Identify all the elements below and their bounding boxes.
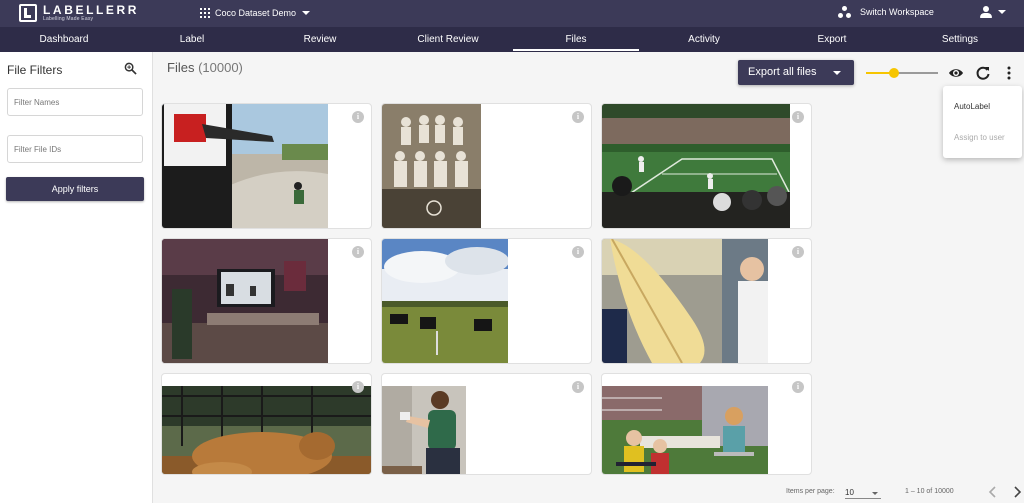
chevron-down-icon [833, 71, 841, 75]
eye-icon[interactable] [948, 65, 964, 81]
tab-files[interactable]: Files [512, 27, 640, 52]
info-icon[interactable]: i [792, 111, 804, 123]
labellerr-logo-icon [19, 4, 37, 22]
file-thumbnail [162, 104, 328, 228]
file-thumbnail [602, 386, 768, 474]
refresh-icon[interactable] [975, 65, 991, 81]
file-count: (10000) [198, 60, 243, 75]
file-card[interactable]: i [381, 373, 592, 475]
dataset-name: Coco Dataset Demo [215, 8, 297, 18]
info-icon[interactable]: i [572, 381, 584, 393]
export-all-files-button[interactable]: Export all files [738, 60, 854, 85]
user-icon [980, 6, 992, 18]
menu-item-autolabel[interactable]: AutoLabel [954, 102, 990, 111]
items-per-page-label: Items per page: [786, 488, 835, 495]
file-card[interactable]: i [381, 103, 592, 229]
chevron-down-icon [998, 10, 1006, 14]
page-title: Files (10000) [167, 60, 243, 75]
file-thumbnail [382, 104, 481, 228]
sidebar-title: File Filters [7, 63, 63, 77]
switch-workspace-label: Switch Workspace [860, 7, 934, 17]
chevron-down-icon [872, 492, 878, 495]
workspace-icon [838, 6, 852, 18]
pagination-range: 1 – 10 of 10000 [905, 488, 954, 495]
file-thumbnail [382, 239, 508, 363]
thumbnail-size-slider[interactable] [866, 66, 938, 80]
info-icon[interactable]: i [352, 111, 364, 123]
more-options-menu: AutoLabel Assign to user [943, 86, 1022, 158]
file-card[interactable]: i [601, 373, 812, 475]
tab-client-review[interactable]: Client Review [384, 27, 512, 52]
search-icon[interactable] [124, 62, 137, 75]
info-icon[interactable]: i [792, 381, 804, 393]
top-bar: LABELLERR Labelling Made Easy Coco Datas… [0, 0, 1024, 27]
main-nav: Dashboard Label Review Client Review Fil… [0, 27, 1024, 52]
filter-sidebar: File Filters Apply filters [0, 52, 153, 503]
tab-review[interactable]: Review [256, 27, 384, 52]
info-icon[interactable]: i [352, 246, 364, 258]
file-card[interactable]: i [601, 238, 812, 364]
brand-name: LABELLERR [43, 3, 140, 17]
items-per-page-select[interactable]: 10 [845, 486, 881, 499]
info-icon[interactable]: i [572, 246, 584, 258]
file-card[interactable]: i [161, 238, 372, 364]
chevron-left-icon[interactable] [988, 486, 998, 498]
info-icon[interactable]: i [572, 111, 584, 123]
file-thumbnail [602, 239, 768, 363]
tab-label[interactable]: Label [128, 27, 256, 52]
info-icon[interactable]: i [792, 246, 804, 258]
info-icon[interactable]: i [352, 381, 364, 393]
brand-tagline: Labelling Made Easy [43, 16, 94, 22]
tab-export[interactable]: Export [768, 27, 896, 52]
file-card[interactable]: i [381, 238, 592, 364]
page-title-text: Files [167, 60, 195, 75]
file-thumbnail [382, 386, 466, 474]
tab-dashboard[interactable]: Dashboard [0, 27, 128, 52]
dataset-selector[interactable]: Coco Dataset Demo [200, 6, 311, 20]
tab-activity[interactable]: Activity [640, 27, 768, 52]
filter-names-input[interactable] [7, 88, 143, 116]
file-card[interactable]: i [601, 103, 812, 229]
tab-settings[interactable]: Settings [896, 27, 1024, 52]
file-card[interactable]: i [161, 373, 372, 475]
file-thumbnail [162, 239, 328, 363]
switch-workspace-button[interactable]: Switch Workspace [838, 6, 934, 18]
apply-filters-button[interactable]: Apply filters [6, 177, 144, 201]
slider-thumb[interactable] [889, 68, 899, 78]
items-per-page-value: 10 [845, 488, 854, 497]
user-menu[interactable] [980, 6, 1006, 18]
file-thumbnail [162, 386, 371, 474]
file-thumbnail [602, 104, 790, 228]
menu-item-assign-to-user[interactable]: Assign to user [954, 133, 1005, 142]
chevron-right-icon[interactable] [1012, 486, 1022, 498]
grid-icon [200, 8, 210, 18]
more-vert-icon[interactable] [1001, 65, 1017, 81]
slider-track [894, 72, 938, 74]
export-label: Export all files [748, 66, 817, 78]
filter-file-ids-input[interactable] [7, 135, 143, 163]
chevron-down-icon [302, 11, 311, 15]
file-card[interactable]: i [161, 103, 372, 229]
